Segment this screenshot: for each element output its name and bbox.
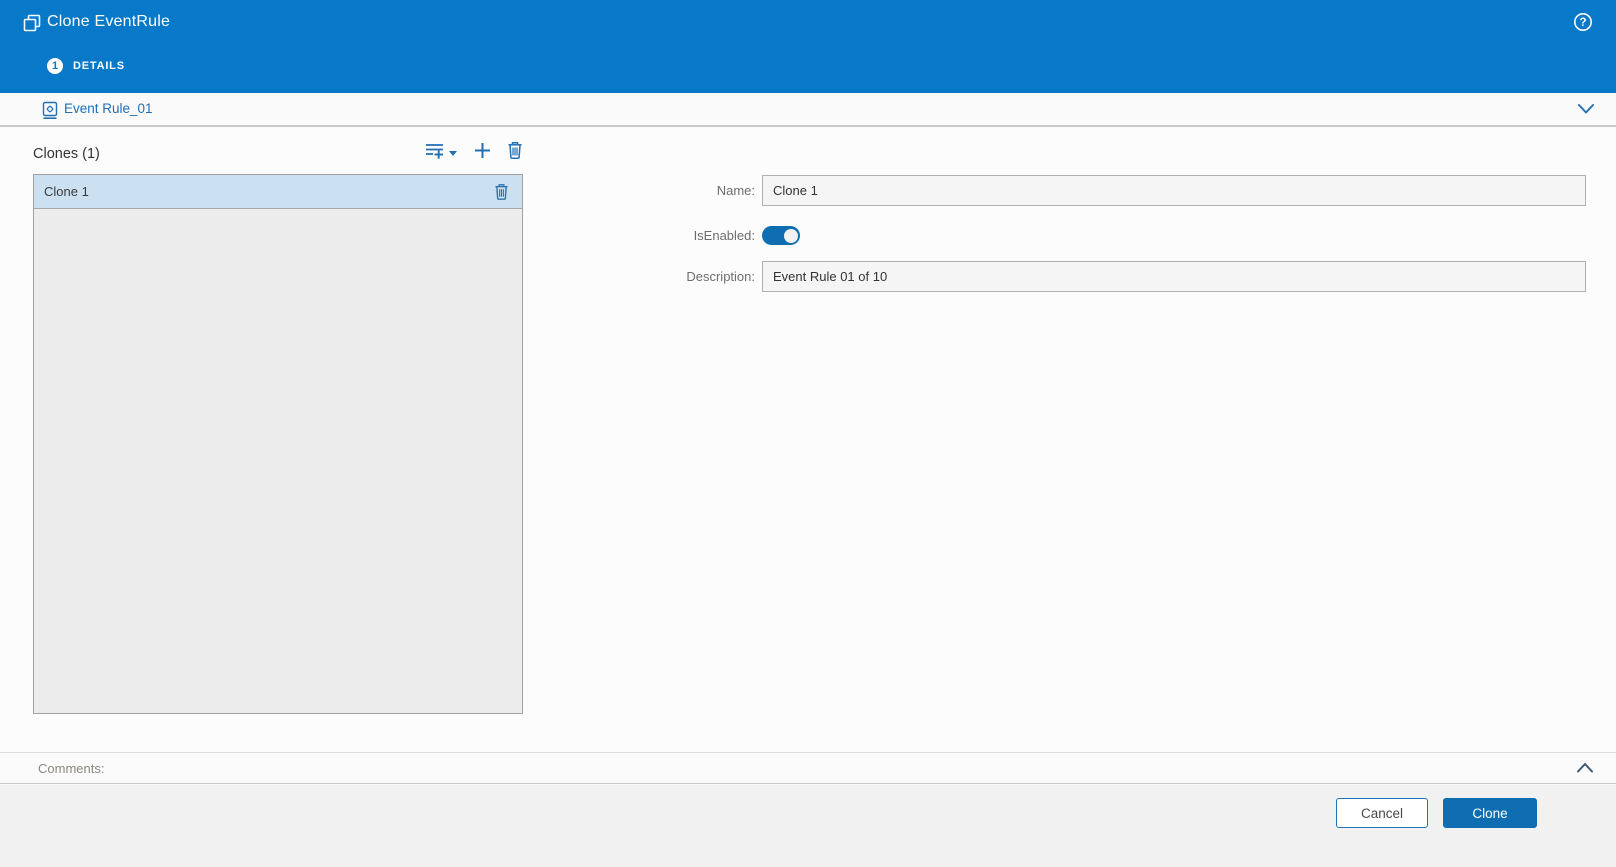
plus-icon	[473, 141, 492, 165]
is-enabled-toggle[interactable]	[762, 226, 800, 245]
clone-list-item[interactable]: Clone 1	[34, 175, 522, 209]
add-clone-button[interactable]	[473, 141, 492, 165]
row-trash-icon[interactable]	[494, 183, 509, 206]
source-rule-bar[interactable]: Event Rule_01	[0, 93, 1616, 127]
svg-text:?: ?	[1579, 17, 1586, 29]
clones-list: Clone 1	[33, 174, 523, 714]
clone-button[interactable]: Clone	[1443, 798, 1537, 828]
dialog-footer: Cancel Clone	[0, 785, 1616, 867]
description-label: Description:	[686, 269, 755, 284]
dropdown-caret-icon	[448, 144, 458, 162]
cancel-button[interactable]: Cancel	[1336, 798, 1428, 828]
description-input[interactable]	[762, 261, 1586, 292]
toggle-knob	[783, 228, 798, 243]
name-label: Name:	[716, 183, 755, 198]
wizard-steps: 1 DETAILS	[47, 57, 125, 75]
is-enabled-label: IsEnabled:	[693, 228, 755, 243]
trash-icon	[507, 141, 523, 165]
chevron-down-icon[interactable]	[1576, 102, 1596, 121]
source-rule-name: Event Rule_01	[64, 101, 153, 116]
help-icon[interactable]: ?	[1572, 11, 1594, 33]
delete-clone-button[interactable]	[507, 141, 523, 165]
event-rule-icon	[41, 101, 59, 125]
page-title: Clone EventRule	[47, 13, 171, 30]
comments-section-bar[interactable]: Comments:	[0, 752, 1616, 784]
comments-label: Comments:	[38, 761, 105, 776]
add-multiple-button[interactable]	[425, 142, 458, 165]
clone-item-label: Clone 1	[44, 184, 89, 199]
add-multiple-icon	[425, 142, 444, 165]
clone-icon	[23, 14, 42, 38]
dialog-header: Clone EventRule ? 1 DETAILS	[0, 0, 1616, 93]
chevron-up-icon[interactable]	[1575, 761, 1595, 780]
clones-toolbar	[33, 142, 523, 164]
step-label: DETAILS	[73, 60, 125, 72]
name-input[interactable]	[762, 175, 1586, 206]
step-number-badge: 1	[47, 58, 63, 74]
